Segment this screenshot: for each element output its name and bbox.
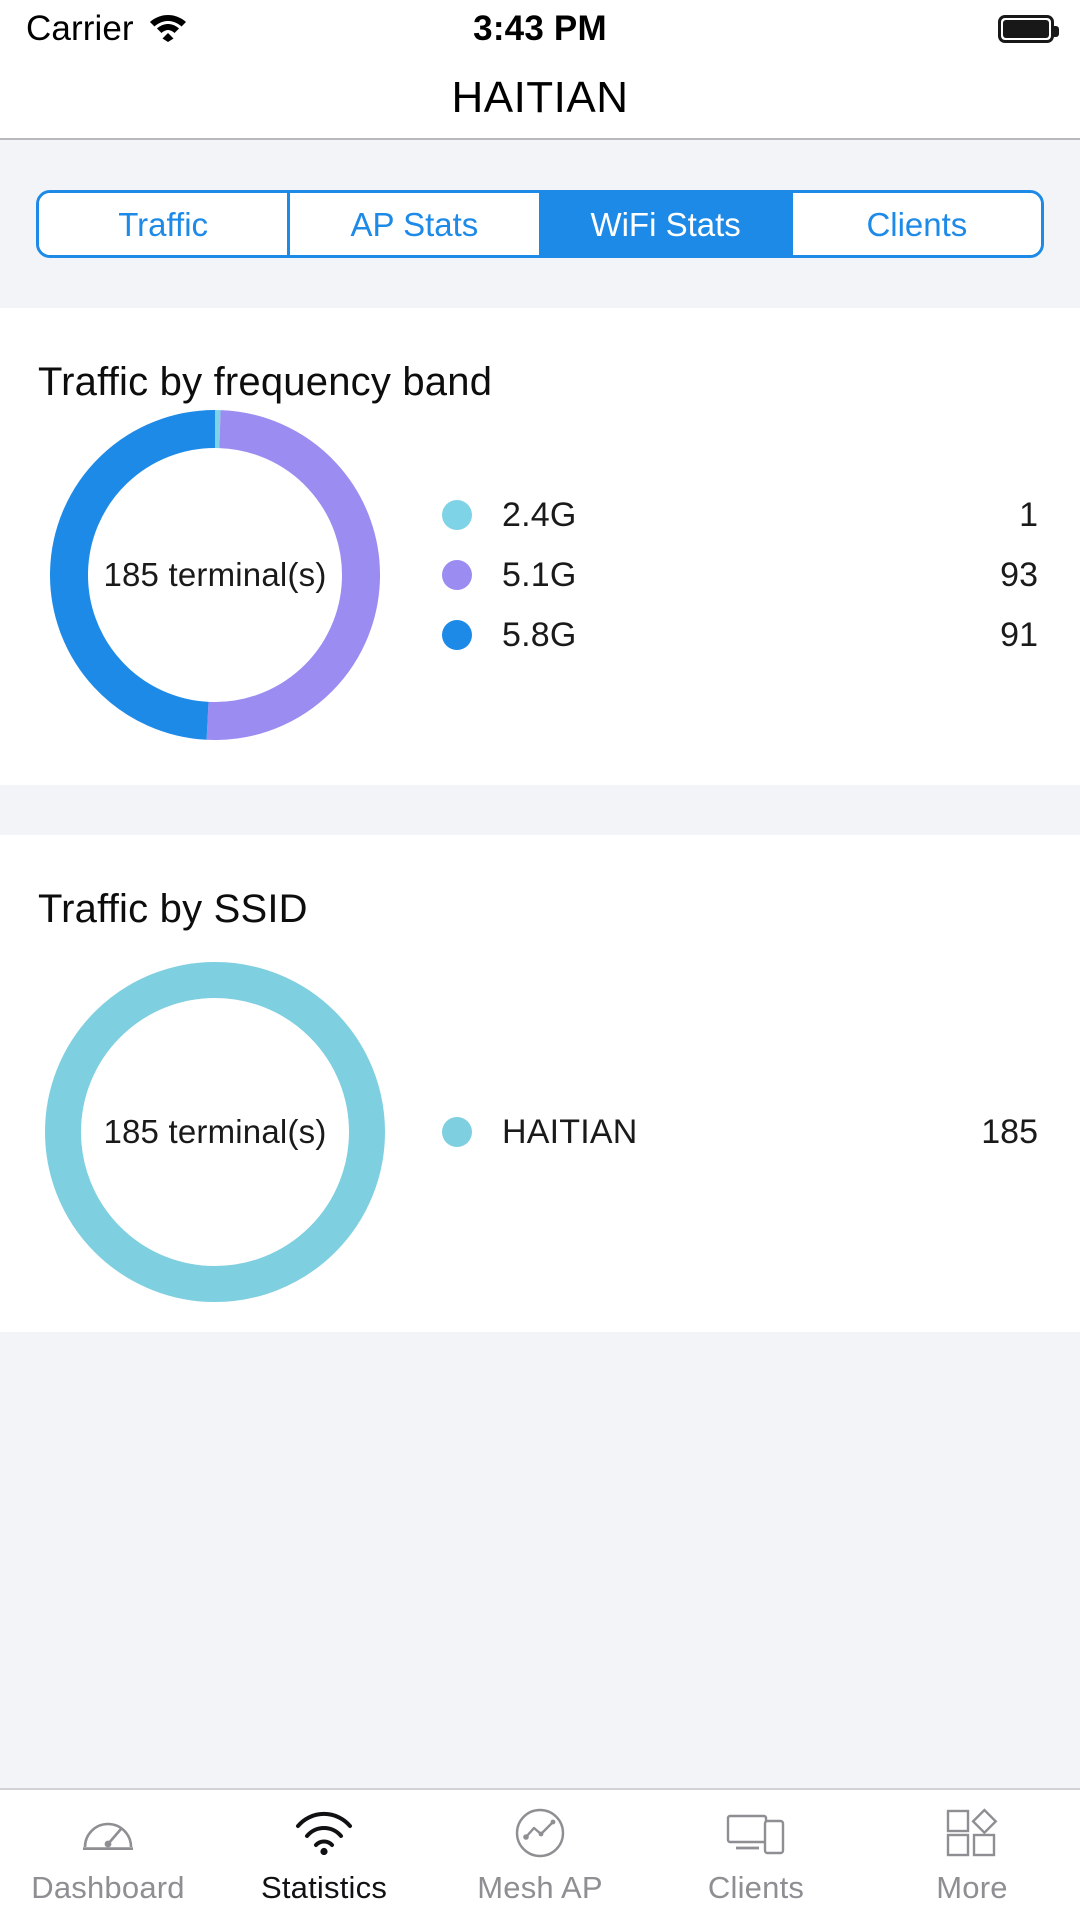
content-scroll-area[interactable]: Traffic by frequency band 185 terminal(s…	[0, 308, 1080, 1788]
donut-center-label-frequency-band: 185 terminal(s)	[0, 556, 430, 594]
tab-dashboard[interactable]: Dashboard	[0, 1790, 216, 1920]
segmented-control[interactable]: Traffic AP Stats WiFi Stats Clients	[36, 190, 1044, 258]
status-bar-right	[998, 15, 1054, 43]
legend-value-haitian: 185	[981, 1113, 1038, 1152]
tab-label-more: More	[936, 1870, 1007, 1906]
section-divider-band	[0, 785, 1080, 835]
legend-item-24g: 2.4G 1	[442, 485, 1038, 545]
donut-center-label-ssid: 185 terminal(s)	[0, 1113, 430, 1151]
mesh-network-icon	[513, 1804, 567, 1862]
segment-wifi-stats[interactable]: WiFi Stats	[542, 193, 793, 255]
section-title-ssid: Traffic by SSID	[0, 835, 1080, 932]
legend-color-dot-24g	[442, 500, 472, 530]
tab-mesh-ap[interactable]: Mesh AP	[432, 1790, 648, 1920]
tab-label-dashboard: Dashboard	[31, 1870, 184, 1906]
wifi-icon	[294, 1804, 354, 1862]
segment-traffic[interactable]: Traffic	[39, 193, 290, 255]
tab-statistics[interactable]: Statistics	[216, 1790, 432, 1920]
section-title-frequency-band: Traffic by frequency band	[0, 308, 1080, 405]
chart-row-frequency-band: 185 terminal(s) 2.4G 1 5.1G 93	[0, 405, 1080, 745]
tab-label-statistics: Statistics	[261, 1870, 387, 1906]
legend-value-51g: 93	[1000, 556, 1038, 595]
legend-frequency-band: 2.4G 1 5.1G 93 5.8G 91	[430, 485, 1080, 665]
legend-value-58g: 91	[1000, 616, 1038, 655]
legend-label-haitian: HAITIAN	[502, 1113, 638, 1152]
legend-item-51g: 5.1G 93	[442, 545, 1038, 605]
segment-clients[interactable]: Clients	[793, 193, 1041, 255]
devices-icon	[725, 1804, 787, 1862]
clock-label: 3:43 PM	[0, 9, 1080, 49]
content-empty-space	[0, 1332, 1080, 1788]
tab-bar: Dashboard Statistics	[0, 1788, 1080, 1920]
legend-color-dot-58g	[442, 620, 472, 650]
chart-row-ssid: 185 terminal(s) HAITIAN 185	[0, 932, 1080, 1332]
tab-clients[interactable]: Clients	[648, 1790, 864, 1920]
legend-label-51g: 5.1G	[502, 556, 577, 595]
tab-label-mesh-ap: Mesh AP	[477, 1870, 602, 1906]
grid-more-icon	[944, 1804, 1000, 1862]
donut-chart-frequency-band: 185 terminal(s)	[0, 405, 430, 745]
navigation-bar: HAITIAN	[0, 58, 1080, 140]
battery-full-icon	[998, 15, 1054, 43]
card-traffic-by-ssid: Traffic by SSID 185 terminal(s) HAITIAN …	[0, 835, 1080, 1332]
tab-more[interactable]: More	[864, 1790, 1080, 1920]
legend-value-24g: 1	[1019, 496, 1038, 535]
status-bar: Carrier 3:43 PM	[0, 0, 1080, 58]
legend-item-haitian: HAITIAN 185	[442, 1102, 1038, 1162]
legend-item-58g: 5.8G 91	[442, 605, 1038, 665]
page-title: HAITIAN	[451, 73, 628, 123]
legend-color-dot-haitian	[442, 1117, 472, 1147]
legend-ssid: HAITIAN 185	[430, 1102, 1080, 1162]
card-traffic-by-frequency-band: Traffic by frequency band 185 terminal(s…	[0, 308, 1080, 785]
legend-label-24g: 2.4G	[502, 496, 577, 535]
legend-label-58g: 5.8G	[502, 616, 577, 655]
app-root: Carrier 3:43 PM HAITIAN Traffic AP Stats…	[0, 0, 1080, 1920]
tab-label-clients: Clients	[708, 1870, 804, 1906]
segment-ap-stats[interactable]: AP Stats	[290, 193, 541, 255]
donut-chart-ssid: 185 terminal(s)	[0, 932, 430, 1332]
legend-color-dot-51g	[442, 560, 472, 590]
segmented-control-container: Traffic AP Stats WiFi Stats Clients	[0, 140, 1080, 308]
gauge-icon	[80, 1804, 136, 1862]
